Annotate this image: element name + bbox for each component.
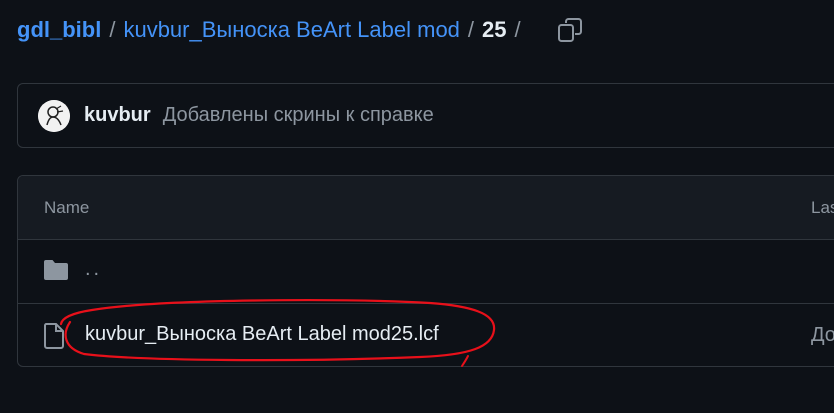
folder-icon (43, 259, 69, 287)
copy-path-button[interactable] (555, 15, 585, 45)
breadcrumb: gdl_bibl / kuvbur_Выноска BeArt Label mo… (17, 14, 585, 46)
page: gdl_bibl / kuvbur_Выноска BeArt Label mo… (0, 0, 834, 413)
commit-message-link[interactable]: Добавлены скрины к справке (163, 104, 434, 127)
latest-commit-box: kuvbur Добавлены скрины к справке (17, 83, 834, 148)
table-row[interactable]: kuvbur_Выноска BeArt Label mod25.lcf До (18, 303, 834, 366)
column-header-last-commit: Las (811, 198, 834, 217)
commit-author-link[interactable]: kuvbur (84, 104, 151, 127)
table-row-parent-directory[interactable]: .. (18, 240, 834, 303)
breadcrumb-repo-link[interactable]: gdl_bibl (17, 17, 101, 43)
breadcrumb-folder-link[interactable]: kuvbur_Выноска BeArt Label mod (123, 17, 459, 43)
file-table: Name Las .. kuvbur_Выноска BeArt Label m… (17, 175, 834, 367)
avatar-image-icon (38, 99, 70, 132)
column-header-name: Name (44, 198, 90, 217)
breadcrumb-current: 25 (482, 17, 507, 42)
parent-directory-link[interactable]: .. (85, 258, 102, 281)
avatar[interactable] (38, 99, 70, 132)
breadcrumb-separator: / (514, 17, 521, 42)
copy-icon (557, 18, 582, 42)
file-icon (43, 323, 65, 355)
breadcrumb-separator: / (109, 17, 116, 42)
table-header: Name Las (18, 176, 834, 240)
breadcrumb-separator: / (467, 17, 475, 42)
file-name-link[interactable]: kuvbur_Выноска BeArt Label mod25.lcf (85, 323, 439, 346)
file-last-commit: До (811, 324, 834, 346)
